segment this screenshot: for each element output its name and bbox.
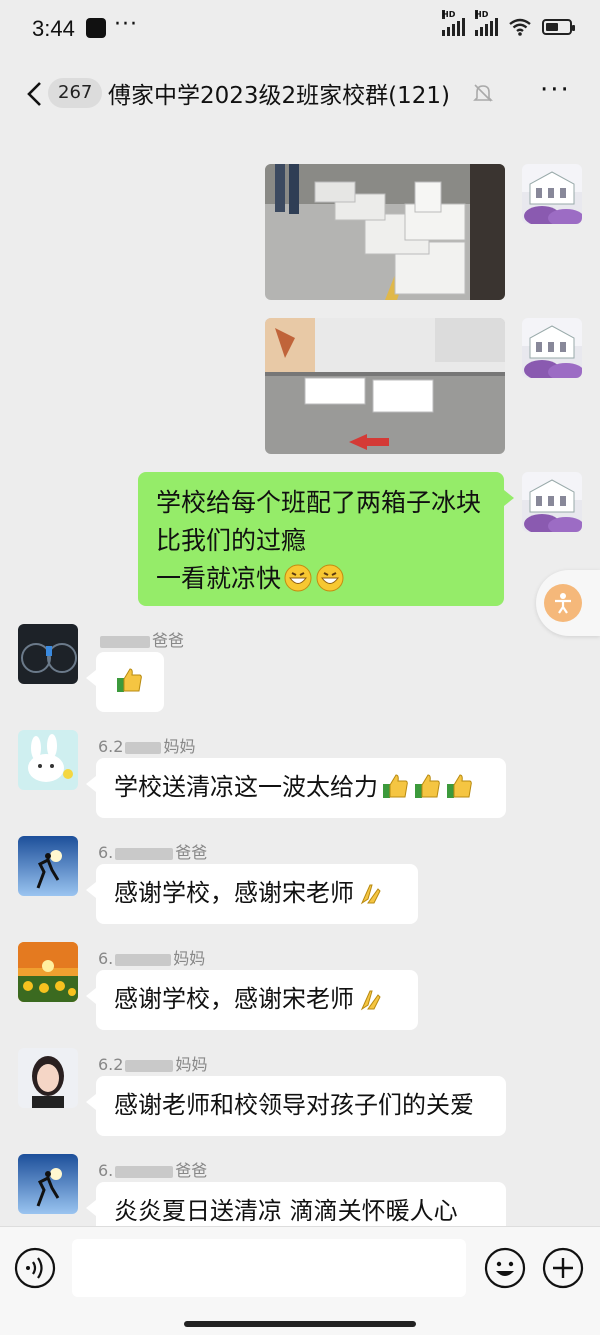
thumbs-up-emoji-icon xyxy=(447,774,472,798)
more-functions-plus-icon[interactable] xyxy=(542,1247,584,1289)
sender-name: 6. 爸爸 xyxy=(98,843,208,862)
message-text: 感谢学校，感谢宋老师 xyxy=(114,985,354,1013)
message-bubble[interactable] xyxy=(86,652,164,712)
message-text: 感谢学校，感谢宋老师 xyxy=(114,879,354,907)
sender-name: 6. 妈妈 xyxy=(98,949,206,968)
message-bubble[interactable]: 感谢学校，感谢宋老师 xyxy=(86,864,418,924)
message-line: 比我们的过瘾 xyxy=(156,526,307,555)
mute-bell-icon xyxy=(473,84,493,102)
voice-input-icon[interactable] xyxy=(14,1247,56,1289)
member-avatar-runner[interactable] xyxy=(18,836,78,896)
member-avatar-bunny[interactable] xyxy=(18,730,78,790)
member-avatar-runner[interactable] xyxy=(18,1154,78,1214)
photo-message-foam-boxes[interactable] xyxy=(265,164,505,300)
member-avatar-sunflowers[interactable] xyxy=(18,942,78,1002)
wifi-icon xyxy=(509,18,531,36)
thumbs-up-emoji-icon xyxy=(383,774,408,798)
battery-icon xyxy=(542,19,575,35)
person-icon xyxy=(555,593,571,614)
my-avatar[interactable] xyxy=(522,318,582,378)
input-bar xyxy=(0,1226,600,1335)
chat-header: 267 傅家中学2023级2班家校群(121) ··· xyxy=(0,58,600,130)
message-bubble[interactable]: 感谢老师和校领导对孩子们的关爱 xyxy=(86,1076,506,1136)
pray-hands-emoji-icon xyxy=(360,990,381,1011)
message-text: 感谢老师和校领导对孩子们的关爱 xyxy=(114,1091,474,1119)
message-text: 炎炎夏日送清凉 滴滴关怀暖人心 xyxy=(114,1197,458,1225)
grin-emoji-icon xyxy=(316,564,344,592)
grin-emoji-icon xyxy=(284,564,312,592)
my-avatar[interactable] xyxy=(522,164,582,224)
thumbs-up-emoji-icon xyxy=(117,668,142,692)
cellular-signal-icon: HD xyxy=(442,10,465,36)
message-bubble[interactable]: 感谢学校，感谢宋老师 xyxy=(86,970,418,1030)
back-arrow-icon[interactable] xyxy=(22,80,50,108)
cellular-signal-icon-2: HD xyxy=(475,10,498,36)
accessibility-float-button[interactable] xyxy=(536,570,600,636)
message-line: 学校给每个班配了两箱子冰块 xyxy=(156,488,482,517)
sender-name: 爸爸 xyxy=(98,627,184,651)
capcut-app-icon xyxy=(86,18,106,38)
status-time: 3:44 xyxy=(32,16,75,41)
message-bubble[interactable]: 学校送清凉这一波太给力 xyxy=(86,758,506,818)
status-more-dots: ··· xyxy=(114,12,138,37)
thumbs-up-emoji-icon xyxy=(415,774,440,798)
sender-name: 6. 爸爸 xyxy=(98,1161,208,1180)
home-indicator xyxy=(184,1321,416,1327)
message-line: 一看就凉快 xyxy=(156,560,486,598)
my-text-message[interactable]: 学校给每个班配了两箱子冰块 比我们的过瘾 一看就凉快 xyxy=(138,472,514,606)
pray-hands-emoji-icon xyxy=(360,884,381,905)
sender-name: 6.2 妈妈 xyxy=(98,1055,208,1074)
status-bar: 3:44 ··· HD HD xyxy=(0,0,600,58)
sender-name: 6.2 妈妈 xyxy=(98,737,196,756)
more-options-button[interactable]: ··· xyxy=(540,77,571,103)
unread-count-badge[interactable]: 267 xyxy=(48,78,103,108)
emoji-picker-icon[interactable] xyxy=(484,1247,526,1289)
message-text: 学校送清凉这一波太给力 xyxy=(114,773,378,801)
member-avatar-woman[interactable] xyxy=(18,1048,78,1108)
member-avatar-dashboard[interactable] xyxy=(18,624,78,684)
chat-title: 傅家中学2023级2班家校群(121) xyxy=(108,83,451,109)
photo-message-two-boxes[interactable] xyxy=(265,318,505,454)
message-input-field[interactable] xyxy=(72,1239,466,1297)
my-avatar[interactable] xyxy=(522,472,582,532)
